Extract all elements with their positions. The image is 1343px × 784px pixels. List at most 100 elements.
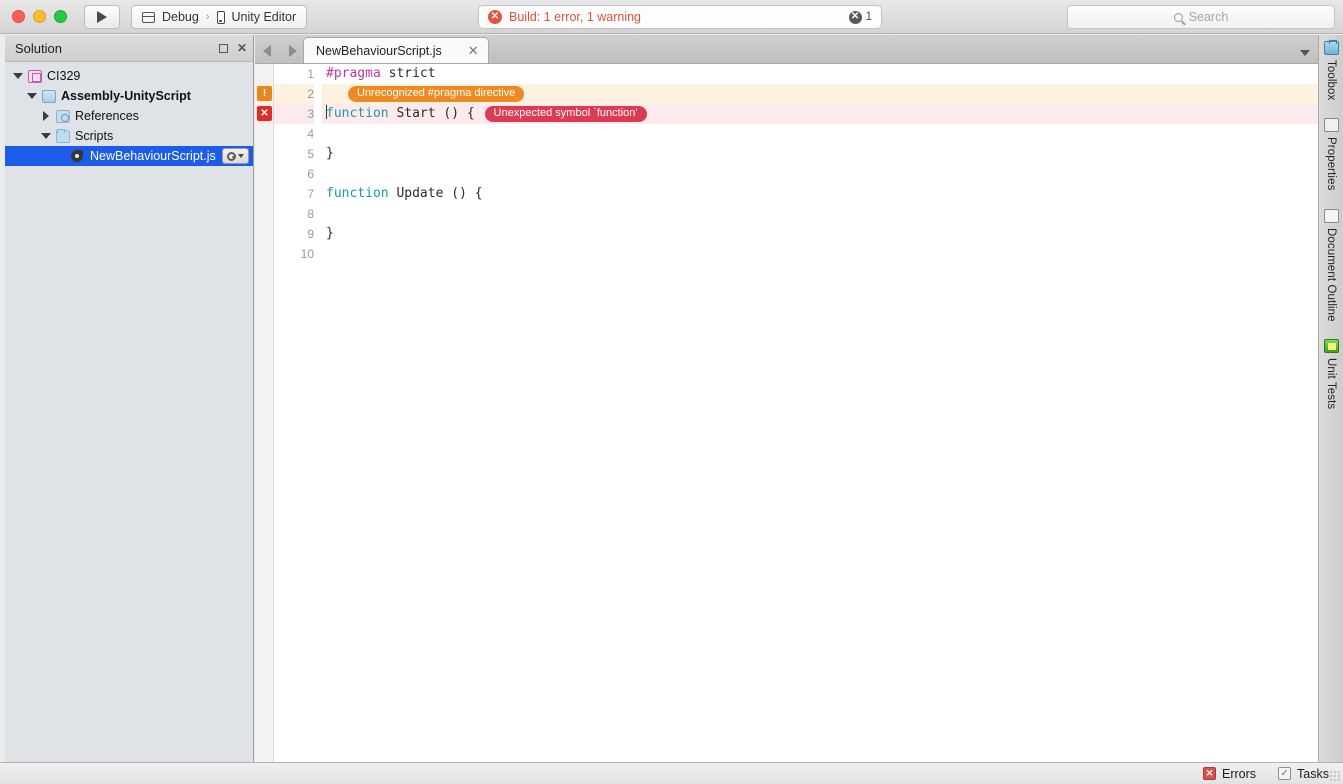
line-number: 6 bbox=[307, 167, 314, 181]
play-icon bbox=[97, 11, 107, 23]
gutter-line: ✕ bbox=[255, 104, 273, 124]
navigation-buttons bbox=[255, 45, 303, 63]
solution-icon bbox=[28, 69, 42, 83]
breadcrumb-separator: › bbox=[205, 11, 210, 23]
tree-item-label: Assembly-UnityScript bbox=[61, 89, 191, 103]
folder-icon bbox=[56, 128, 70, 143]
resize-grip[interactable] bbox=[1329, 770, 1341, 782]
dock-tab-properties[interactable]: Properties bbox=[1323, 118, 1339, 191]
line-number: 8 bbox=[307, 207, 314, 221]
maximize-window-button[interactable] bbox=[54, 10, 67, 23]
status-tasks-label: Tasks bbox=[1297, 766, 1329, 781]
gutter-line bbox=[255, 164, 273, 184]
tree-item-label: CI329 bbox=[47, 69, 81, 83]
forward-icon[interactable] bbox=[289, 45, 297, 57]
error-icon: ✕ bbox=[1203, 767, 1217, 780]
code-line[interactable] bbox=[322, 244, 1318, 264]
code-token: Update () { bbox=[388, 186, 483, 201]
chevron-down-icon[interactable] bbox=[1300, 50, 1310, 56]
ide-window: Debug › Unity Editor ✕ Build: 1 error, 1… bbox=[0, 0, 1343, 784]
code-text[interactable]: #pragma strict Unrecognized #pragma direc… bbox=[322, 64, 1318, 762]
gear-icon bbox=[227, 151, 236, 161]
chevron-right-icon[interactable] bbox=[41, 111, 51, 121]
tree-item-newbehaviourscript-js[interactable]: NewBehaviourScript.js bbox=[5, 146, 253, 166]
document-outline-icon bbox=[1323, 208, 1339, 223]
window-controls bbox=[12, 10, 67, 23]
status-tasks-button[interactable]: ✓ Tasks bbox=[1278, 767, 1329, 781]
toolbox-icon bbox=[1323, 40, 1339, 55]
code-line[interactable]: function Update () { bbox=[322, 184, 1318, 204]
pin-icon[interactable] bbox=[218, 43, 228, 53]
dock-tab-label: Toolbox bbox=[1325, 60, 1337, 101]
tab-newbehaviourscript[interactable]: NewBehaviourScript.js ✕ bbox=[303, 37, 489, 63]
editor-pane: NewBehaviourScript.js ✕ ! ✕ 1 2 3 4 5 6 7 8 9 10 #… bbox=[255, 35, 1318, 762]
gutter-line bbox=[255, 144, 273, 164]
dock-tab-label: Unit Tests bbox=[1325, 358, 1337, 410]
title-bar: Debug › Unity Editor ✕ Build: 1 error, 1… bbox=[0, 0, 1343, 34]
status-errors-button[interactable]: ✕ Errors bbox=[1203, 767, 1256, 781]
window-icon bbox=[142, 11, 155, 23]
tree-item-label: Scripts bbox=[75, 129, 114, 143]
search-input[interactable]: Search bbox=[1067, 5, 1335, 29]
marker-gutter: ! ✕ bbox=[255, 64, 274, 762]
code-line[interactable]: #pragma strict bbox=[322, 64, 1318, 84]
tree-item-label: NewBehaviourScript.js bbox=[90, 149, 216, 163]
chevron-down-icon bbox=[238, 154, 244, 158]
line-number: 3 bbox=[274, 104, 314, 124]
gutter-line bbox=[255, 124, 273, 144]
right-dock: Toolbox Properties Document Outline Unit Te… bbox=[1318, 35, 1343, 762]
minimize-window-button[interactable] bbox=[33, 10, 46, 23]
unit-tests-icon bbox=[1323, 339, 1339, 354]
code-line[interactable]: function Start () { Unexpected symbol `f… bbox=[322, 104, 1318, 124]
back-icon[interactable] bbox=[263, 45, 271, 57]
dock-tab-toolbox[interactable]: Toolbox bbox=[1323, 40, 1339, 101]
editor-tab-bar: NewBehaviourScript.js ✕ bbox=[255, 35, 1318, 64]
error-icon: ✕ bbox=[488, 10, 502, 24]
close-icon[interactable]: ✕ bbox=[468, 44, 479, 57]
close-icon[interactable]: ✕ bbox=[237, 42, 247, 54]
code-line[interactable]: } bbox=[322, 144, 1318, 164]
code-token: function bbox=[326, 106, 389, 121]
gutter-line bbox=[255, 64, 273, 84]
gutter-line bbox=[255, 184, 273, 204]
target-label: Unity Editor bbox=[231, 10, 297, 24]
tree-item-assembly-unityscript[interactable]: Assembly-UnityScript bbox=[5, 86, 253, 106]
code-line[interactable] bbox=[322, 124, 1318, 144]
tree-item-ci329[interactable]: CI329 bbox=[5, 66, 253, 86]
tree-item-references[interactable]: References bbox=[5, 106, 253, 126]
code-token: Start () { bbox=[388, 106, 483, 121]
item-options-button[interactable] bbox=[222, 148, 249, 164]
build-error-count[interactable]: ✕ 1 bbox=[848, 10, 872, 24]
references-icon bbox=[56, 109, 70, 123]
error-tooltip[interactable]: Unexpected symbol `function' bbox=[484, 105, 647, 122]
configuration-selector[interactable]: Debug › Unity Editor bbox=[131, 5, 308, 29]
checkbox-icon: ✓ bbox=[1278, 767, 1292, 780]
close-window-button[interactable] bbox=[12, 10, 25, 23]
warning-tooltip[interactable]: Unrecognized #pragma directive bbox=[348, 85, 525, 102]
code-line[interactable]: Unrecognized #pragma directive bbox=[322, 84, 1318, 104]
chevron-down-icon[interactable] bbox=[27, 91, 37, 101]
code-line[interactable]: } bbox=[322, 224, 1318, 244]
status-errors-label: Errors bbox=[1222, 766, 1257, 781]
dock-tab-unit-tests[interactable]: Unit Tests bbox=[1323, 339, 1339, 410]
status-bar: ✕ Errors ✓ Tasks bbox=[0, 762, 1343, 784]
dock-tab-document-outline[interactable]: Document Outline bbox=[1323, 208, 1339, 321]
code-line[interactable] bbox=[322, 204, 1318, 224]
line-number: 10 bbox=[300, 247, 314, 261]
tab-label: NewBehaviourScript.js bbox=[316, 43, 442, 58]
warning-marker-icon[interactable]: ! bbox=[257, 86, 272, 101]
assembly-icon bbox=[42, 89, 56, 103]
gutter-line bbox=[255, 204, 273, 224]
code-token: } bbox=[326, 146, 334, 161]
tree-item-scripts[interactable]: Scripts bbox=[5, 126, 253, 146]
chevron-down-icon[interactable] bbox=[41, 131, 51, 141]
gutter-line bbox=[255, 224, 273, 244]
code-line[interactable] bbox=[322, 164, 1318, 184]
run-button[interactable] bbox=[84, 5, 120, 29]
error-marker-icon[interactable]: ✕ bbox=[257, 106, 272, 121]
build-status-bar[interactable]: ✕ Build: 1 error, 1 warning ✕ 1 bbox=[478, 5, 882, 29]
gutter-line bbox=[255, 244, 273, 264]
chevron-down-icon[interactable] bbox=[13, 71, 23, 81]
line-number: 9 bbox=[307, 227, 314, 241]
